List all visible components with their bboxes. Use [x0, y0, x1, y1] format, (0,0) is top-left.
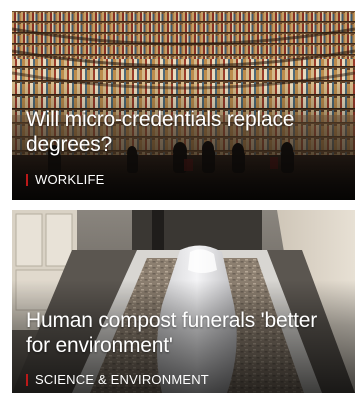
section-marker-bar: [26, 373, 28, 386]
story-card-worklife[interactable]: Will micro-credentials replace degrees? …: [12, 11, 355, 200]
story-card-science-environment[interactable]: Human compost funerals 'better for envir…: [12, 210, 355, 393]
section-label: SCIENCE & ENVIRONMENT: [35, 372, 209, 387]
story-headline[interactable]: Will micro-credentials replace degrees?: [26, 107, 345, 157]
section-label: WORKLIFE: [35, 172, 105, 187]
section-link-worklife[interactable]: WORKLIFE: [26, 172, 105, 187]
section-link-science-environment[interactable]: SCIENCE & ENVIRONMENT: [26, 372, 209, 387]
story-headline[interactable]: Human compost funerals 'better for envir…: [26, 308, 345, 358]
section-marker-bar: [26, 173, 28, 186]
